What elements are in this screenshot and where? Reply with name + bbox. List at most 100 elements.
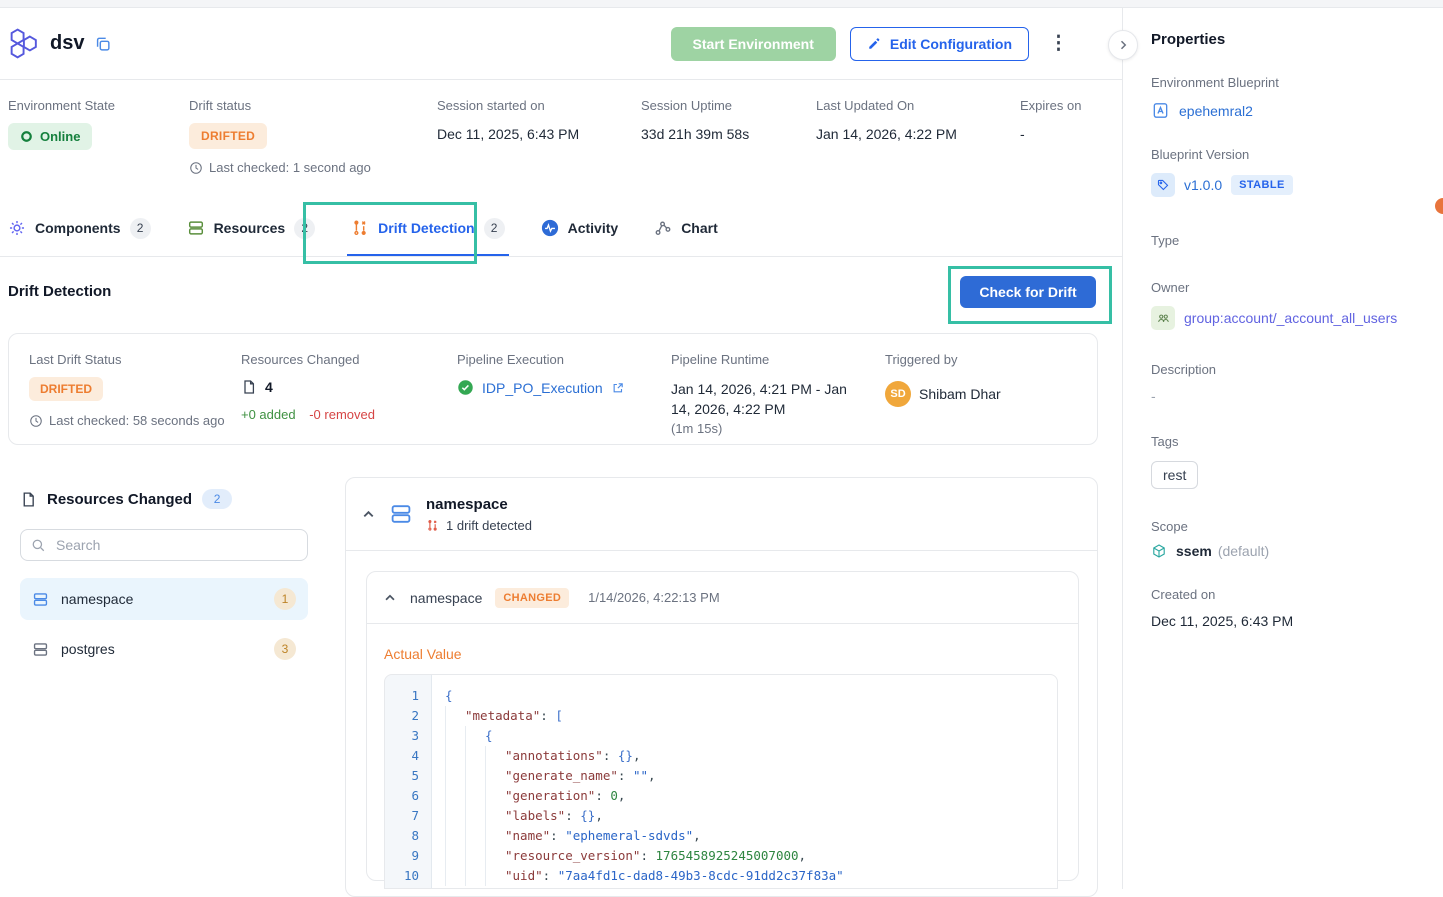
- properties-title: Properties: [1151, 31, 1427, 48]
- last-updated-column: Last Updated On Jan 14, 2026, 4:22 PM: [816, 98, 957, 142]
- collapse-panel-button[interactable]: [1108, 30, 1138, 60]
- resource-item-count: 3: [274, 638, 296, 660]
- chevron-up-icon[interactable]: [383, 591, 397, 605]
- drift-entry-header[interactable]: namespace CHANGED 1/14/2026, 4:22:13 PM: [367, 572, 1078, 624]
- copy-icon[interactable]: [94, 35, 112, 53]
- drift-stats-last-checked: Last checked: 58 seconds ago: [49, 413, 225, 428]
- activity-icon: [541, 219, 559, 237]
- group-icon: [1151, 306, 1175, 330]
- resources-search[interactable]: [20, 529, 308, 561]
- pipeline-execution-link[interactable]: IDP_PO_Execution: [482, 380, 603, 396]
- pencil-icon: [867, 36, 882, 51]
- stable-badge: STABLE: [1231, 175, 1293, 195]
- resource-item-postgres[interactable]: postgres 3: [20, 628, 308, 670]
- blueprint-icon: [1151, 101, 1170, 120]
- clock-icon: [189, 161, 203, 175]
- tab-resources[interactable]: Resources 2: [187, 218, 316, 239]
- search-icon: [31, 538, 46, 553]
- resource-item-name: postgres: [61, 641, 115, 657]
- drift-entry-name: namespace: [410, 590, 482, 606]
- chevron-up-icon[interactable]: [361, 507, 376, 522]
- resources-panel-title-label: Resources Changed: [47, 491, 192, 508]
- session-uptime-value: 33d 21h 39m 58s: [641, 126, 749, 142]
- tab-chart[interactable]: Chart: [654, 219, 718, 237]
- last-updated-label: Last Updated On: [816, 98, 957, 113]
- avatar: SD: [885, 381, 911, 407]
- expires-value: -: [1020, 126, 1081, 142]
- tab-drift-detection[interactable]: Drift Detection 2: [351, 218, 504, 239]
- resource-item-namespace[interactable]: namespace 1: [20, 578, 308, 620]
- changed-badge: CHANGED: [495, 588, 569, 608]
- pipeline-runtime-duration: (1m 15s): [671, 421, 861, 436]
- resources-panel-title: Resources Changed 2: [20, 489, 232, 509]
- check-for-drift-button[interactable]: Check for Drift: [960, 276, 1096, 308]
- env-state-label: Environment State: [8, 98, 115, 113]
- pipeline-runtime-label: Pipeline Runtime: [671, 352, 861, 367]
- tag-chip: rest: [1151, 461, 1198, 489]
- expires-column: Expires on -: [1020, 98, 1081, 142]
- resources-changed-count: 4: [265, 379, 273, 395]
- resources-panel-badge: 2: [202, 489, 232, 509]
- actual-value-label: Actual Value: [384, 646, 462, 662]
- added-count: +0 added: [241, 407, 296, 422]
- env-state-column: Environment State Online: [8, 98, 115, 150]
- removed-count: -0 removed: [309, 407, 375, 422]
- external-link-icon[interactable]: [611, 381, 625, 395]
- page-title: dsv: [50, 32, 84, 55]
- detail-title: namespace: [426, 496, 532, 513]
- session-started-label: Session started on: [437, 98, 579, 113]
- online-dot-icon: [20, 130, 33, 143]
- session-started-column: Session started on Dec 11, 2025, 6:43 PM: [437, 98, 579, 142]
- description-label: Description: [1151, 362, 1427, 377]
- session-uptime-column: Session Uptime 33d 21h 39m 58s: [641, 98, 749, 142]
- blueprint-link[interactable]: epehemral2: [1179, 103, 1253, 119]
- stack-icon: [32, 591, 49, 608]
- scope-value: ssem: [1176, 543, 1212, 559]
- properties-panel: Properties Environment Blueprint epehemr…: [1122, 8, 1443, 889]
- tab-activity-label: Activity: [568, 220, 619, 236]
- tab-drift-label: Drift Detection: [378, 220, 474, 236]
- last-drift-status-label: Last Drift Status: [29, 352, 225, 367]
- tags-label: Tags: [1151, 434, 1427, 449]
- code-lines: 1{2"metadata": [3{4"annotations": {},5"g…: [385, 686, 1057, 886]
- owner-label: Owner: [1151, 280, 1427, 295]
- owner-link[interactable]: group:account/_account_all_users: [1184, 310, 1397, 326]
- resources-changed-label: Resources Changed: [241, 352, 375, 367]
- pipeline-runtime-stat: Pipeline Runtime Jan 14, 2026, 4:21 PM -…: [671, 352, 861, 436]
- drift-section-title: Drift Detection: [8, 283, 111, 300]
- tab-components[interactable]: Components 2: [8, 218, 151, 239]
- version-label: Blueprint Version: [1151, 147, 1427, 162]
- blueprint-label: Environment Blueprint: [1151, 75, 1427, 90]
- pipeline-execution-label: Pipeline Execution: [457, 352, 625, 367]
- stack-icon: [32, 641, 49, 658]
- triggered-by-label: Triggered by: [885, 352, 1001, 367]
- cube-icon: [1151, 543, 1167, 559]
- edit-configuration-label: Edit Configuration: [890, 36, 1012, 52]
- created-value: Dec 11, 2025, 6:43 PM: [1151, 613, 1293, 629]
- detail-header: namespace 1 drift detected: [346, 478, 1097, 551]
- code-viewer[interactable]: 1{2"metadata": [3{4"annotations": {},5"g…: [384, 674, 1058, 889]
- search-input[interactable]: [54, 536, 297, 554]
- clock-icon: [29, 414, 43, 428]
- drift-last-checked: Last checked: 1 second ago: [209, 160, 371, 175]
- edit-configuration-button[interactable]: Edit Configuration: [850, 27, 1029, 61]
- drift-icon: [351, 219, 369, 237]
- tab-chart-label: Chart: [681, 220, 718, 236]
- session-started-value: Dec 11, 2025, 6:43 PM: [437, 126, 579, 142]
- resource-detail-card: namespace 1 drift detected namespace CHA…: [345, 477, 1098, 897]
- start-environment-button[interactable]: Start Environment: [671, 27, 836, 61]
- tab-activity[interactable]: Activity: [541, 219, 619, 237]
- more-actions-icon[interactable]: ⋮: [1043, 32, 1074, 55]
- drift-status-badge: DRIFTED: [189, 123, 267, 149]
- pipeline-runtime-value: Jan 14, 2026, 4:21 PM - Jan 14, 2026, 4:…: [671, 379, 861, 419]
- scope-label: Scope: [1151, 519, 1427, 534]
- created-label: Created on: [1151, 587, 1427, 602]
- version-link[interactable]: v1.0.0: [1184, 177, 1222, 193]
- tab-drift-badge: 2: [484, 218, 505, 239]
- description-value: -: [1151, 388, 1156, 404]
- chart-icon: [654, 219, 672, 237]
- resource-item-count: 1: [274, 588, 296, 610]
- stack-icon: [389, 502, 413, 526]
- drift-icon: [426, 519, 439, 532]
- page-header: dsv Start Environment Edit Configuration…: [0, 8, 1122, 80]
